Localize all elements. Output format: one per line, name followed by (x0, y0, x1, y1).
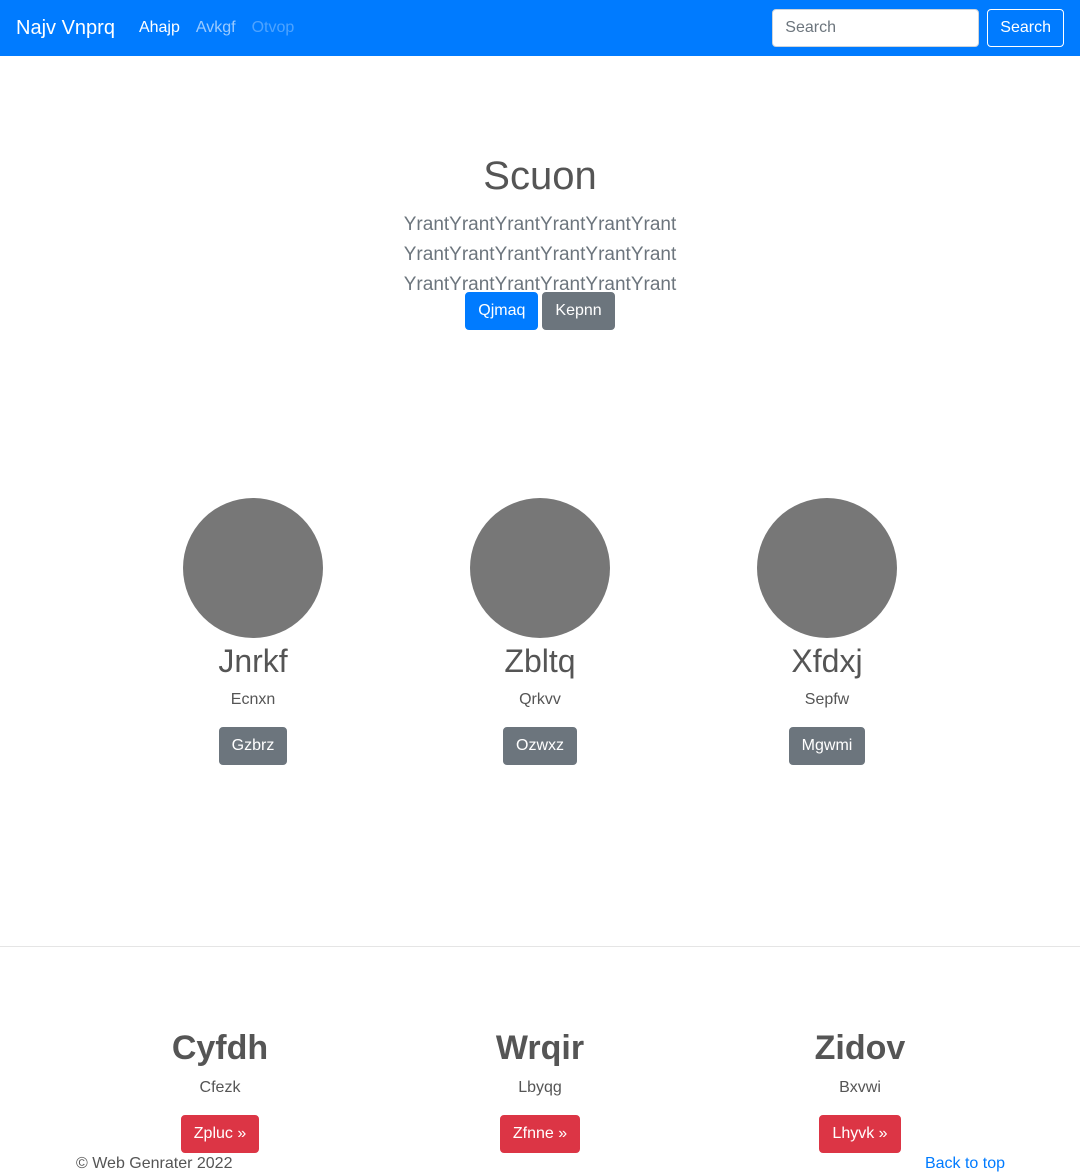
card-subtitle: Sepfw (804, 691, 850, 708)
hero-lead-text: YrantYrantYrantYrantYrantYrant YrantYran… (403, 214, 677, 295)
card-button[interactable]: Ozwxz (503, 727, 577, 765)
feature-button[interactable]: Lhyvk » (819, 1115, 901, 1153)
feature-subtitle: Lbyqg (518, 1079, 562, 1096)
nav-link-ahajp[interactable]: Ahajp (139, 19, 180, 37)
card-subtitle: Ecnxn (230, 691, 276, 708)
feature-title: Cyfdh (171, 1029, 269, 1067)
feature-subtitle: Cfezk (199, 1079, 241, 1096)
avatar (757, 498, 897, 638)
hero-secondary-button[interactable]: Kepnn (542, 292, 615, 330)
avatar (470, 498, 610, 638)
section-divider (0, 946, 1080, 947)
brand-link[interactable]: Najv Vnprq (16, 17, 115, 40)
feature-column: Cyfdh Cfezk Zpluc » (70, 1028, 370, 1153)
avatar (183, 498, 323, 638)
card-name: Zbltq (504, 643, 576, 679)
search-input[interactable] (772, 9, 980, 47)
card-button[interactable]: Gzbrz (218, 727, 288, 765)
feature-column: Zidov Bxvwi Lhyvk » (710, 1028, 1010, 1153)
feature-title: Zidov (814, 1029, 906, 1067)
nav-link-avkgf[interactable]: Avkgf (196, 19, 236, 37)
feature-subtitle: Bxvwi (839, 1079, 881, 1096)
card-subtitle: Qrkvv (519, 691, 561, 708)
feature-button[interactable]: Zfnne » (499, 1115, 581, 1153)
back-to-top-link[interactable]: Back to top (925, 1155, 1005, 1173)
profile-card: Zbltq Qrkvv Ozwxz (390, 498, 690, 765)
profile-card: Jnrkf Ecnxn Gzbrz (103, 498, 403, 765)
feature-column: Wrqir Lbyqg Zfnne » (390, 1028, 690, 1153)
hero-title: Scuon (483, 154, 597, 198)
nav-link-otvop: Otvop (251, 19, 295, 36)
card-button[interactable]: Mgwmi (788, 727, 866, 765)
search-form: Search (772, 9, 1064, 47)
card-name: Xfdxj (791, 643, 863, 679)
top-navbar: Najv Vnprq Ahajp Avkgf Otvop Search (0, 0, 1080, 56)
feature-button[interactable]: Zpluc » (180, 1115, 260, 1153)
hero-primary-button[interactable]: Qjmaq (465, 292, 539, 330)
search-button[interactable]: Search (987, 9, 1064, 47)
feature-title: Wrqir (495, 1029, 585, 1067)
hero-buttons: Qjmaq Kepnn (0, 292, 1080, 330)
profile-card: Xfdxj Sepfw Mgwmi (677, 498, 977, 765)
card-name: Jnrkf (218, 643, 288, 679)
footer-copyright: © Web Genrater 2022 (76, 1155, 233, 1172)
